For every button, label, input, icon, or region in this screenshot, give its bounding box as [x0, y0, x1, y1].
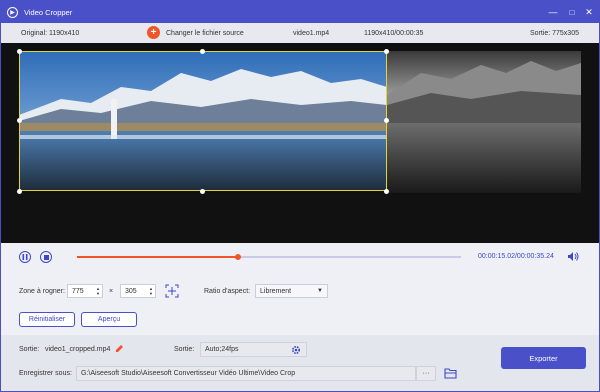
crop-handle-bottom-left[interactable] — [17, 189, 22, 194]
video-preview[interactable] — [1, 43, 599, 243]
aspect-ratio-label: Ratio d'aspect: — [204, 288, 251, 295]
crop-handle-left[interactable] — [17, 118, 22, 123]
crop-height-value: 305 — [125, 287, 137, 295]
close-icon[interactable]: ✕ — [583, 6, 595, 18]
original-resolution: Original: 1190x410 — [21, 29, 80, 37]
volume-icon[interactable] — [567, 251, 579, 264]
save-path-value: G:\Aiseesoft Studio\Aiseesoft Convertiss… — [81, 370, 296, 377]
width-stepper-icon[interactable]: ▲ ▼ — [96, 286, 100, 296]
seek-progress — [77, 256, 239, 258]
app-logo-icon: ▶ — [7, 6, 18, 18]
folder-icon[interactable] — [444, 367, 457, 381]
source-resolution-duration: 1190x410/00:00:35 — [364, 29, 424, 37]
output-panel: Sortie: video1_cropped.mp4 Sortie: Auto;… — [1, 335, 599, 391]
add-icon[interactable]: + — [147, 26, 160, 39]
minimize-icon[interactable]: — — [547, 6, 559, 18]
browse-more-label: ··· — [422, 370, 430, 377]
chevron-down-icon: ▼ — [317, 288, 323, 294]
crop-handle-top-left[interactable] — [17, 49, 22, 54]
format-label: Sortie: — [174, 346, 195, 353]
format-value: Auto;24fps — [205, 346, 239, 353]
crop-handle-bottom-right[interactable] — [384, 189, 389, 194]
export-button[interactable]: Exporter — [501, 347, 586, 369]
aspect-ratio-select[interactable]: Librement ▼ — [255, 284, 328, 298]
crop-height-input[interactable]: 305 ▲ ▼ — [120, 284, 156, 298]
height-stepper-icon[interactable]: ▲ ▼ — [149, 286, 153, 296]
seek-track[interactable] — [77, 254, 461, 260]
times-sign: × — [109, 288, 114, 295]
format-select[interactable]: Auto;24fps — [200, 342, 307, 357]
crop-frame[interactable] — [19, 51, 387, 191]
output-resolution: Sortie: 775x305 — [529, 29, 579, 37]
reset-button[interactable]: Réinitialiser — [19, 312, 75, 327]
save-path-field[interactable]: G:\Aiseesoft Studio\Aiseesoft Convertiss… — [76, 366, 416, 381]
info-bar: Original: 1190x410 + Changer le fichier … — [1, 23, 599, 43]
center-crop-icon[interactable] — [164, 283, 180, 301]
aspect-ratio-value: Librement — [260, 287, 292, 295]
edit-icon[interactable] — [115, 344, 124, 355]
playback-bar: 00:00:15.02/00:00:35.24 — [1, 243, 599, 271]
window-title: Video Cropper — [24, 7, 73, 17]
export-button-label: Exporter — [529, 353, 558, 363]
preview-button[interactable]: Aperçu — [81, 312, 137, 327]
stop-icon[interactable] — [40, 251, 52, 263]
browse-more-button[interactable]: ··· — [416, 366, 436, 381]
title-bar: ▶ Video Cropper — □ ✕ — [1, 1, 599, 23]
change-source-link[interactable]: Changer le fichier source — [166, 30, 244, 37]
crop-handle-top[interactable] — [200, 49, 205, 54]
save-to-label: Enregistrer sous: — [19, 370, 72, 377]
output-label: Sortie: — [19, 346, 40, 353]
crop-handle-top-right[interactable] — [384, 49, 389, 54]
source-filename: video1.mp4 — [293, 29, 330, 37]
crop-handle-bottom[interactable] — [200, 189, 205, 194]
preview-button-label: Aperçu — [97, 316, 121, 323]
gear-icon[interactable] — [291, 345, 301, 357]
pause-icon[interactable] — [19, 251, 31, 263]
crop-width-value: 775 — [72, 287, 84, 295]
video-cropper-window: ▶ Video Cropper — □ ✕ Original: 1190x410… — [0, 0, 600, 392]
crop-handle-right[interactable] — [384, 118, 389, 123]
crop-zone-label: Zone à rogner: — [19, 288, 65, 295]
time-display: 00:00:15.02/00:00:35.24 — [478, 253, 554, 260]
output-filename: video1_cropped.mp4 — [45, 346, 111, 353]
reset-button-label: Réinitialiser — [28, 316, 66, 323]
maximize-icon[interactable]: □ — [566, 6, 578, 18]
crop-width-input[interactable]: 775 ▲ ▼ — [67, 284, 103, 298]
seek-handle[interactable] — [235, 254, 242, 260]
